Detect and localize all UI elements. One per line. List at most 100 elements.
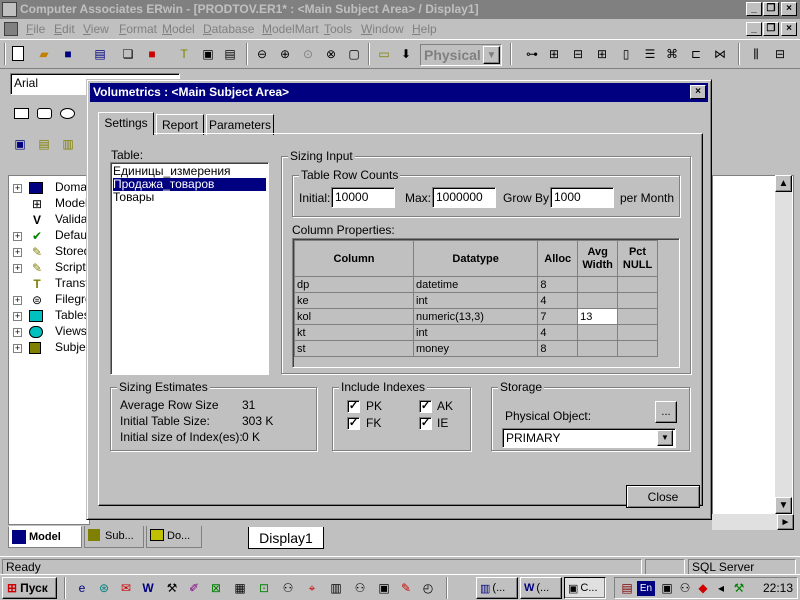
col-header-column[interactable]: Column	[294, 240, 414, 277]
cell-pct-null[interactable]	[617, 324, 658, 341]
cell-avg-width[interactable]	[577, 324, 619, 341]
tree-item-filegroups[interactable]: + ⊜ Filegrou	[11, 292, 89, 308]
table-row[interactable]: kt int 4	[294, 324, 658, 341]
zoom-out-icon[interactable]: ⊖	[254, 46, 270, 62]
menu-view[interactable]: View	[83, 22, 109, 36]
clock-icon[interactable]: ◴	[420, 580, 436, 596]
tab-subject-areas[interactable]: Sub...	[84, 526, 144, 548]
col-header-pct-null[interactable]: Pct NULL	[617, 240, 658, 277]
horizontal-scrollbar[interactable]: ►	[712, 514, 794, 530]
tray-app-icon[interactable]: ▤	[619, 580, 635, 596]
grow-by-field[interactable]: 1000	[550, 187, 614, 208]
initial-row-count-field[interactable]: 10000	[331, 187, 395, 208]
people-icon[interactable]: ⚇	[280, 580, 296, 596]
tray-volume-icon[interactable]: ◂	[713, 580, 729, 596]
tray-network-icon[interactable]: ⚇	[677, 580, 693, 596]
minimize-button[interactable]: _	[746, 2, 762, 16]
excel-icon[interactable]: ⊠	[208, 580, 224, 596]
taskbar-window-1[interactable]: ▥ (...	[476, 577, 518, 599]
tree-item-tables[interactable]: + Tables	[11, 308, 89, 324]
bars-icon[interactable]: ▥	[328, 580, 344, 596]
category-tool-icon[interactable]: ▤	[36, 136, 52, 152]
fk-checkbox[interactable]: ✓	[347, 417, 360, 430]
col-header-avg-width[interactable]: Avg Width	[577, 240, 619, 277]
ellipse-icon[interactable]	[60, 108, 75, 119]
tree-item-validation[interactable]: V Validati	[11, 212, 89, 228]
restore-button[interactable]: ❐	[763, 2, 779, 16]
tree-item-views[interactable]: + Views	[11, 324, 89, 340]
view-tool-icon[interactable]: ▥	[60, 136, 76, 152]
doc-minimize-button[interactable]: _	[746, 22, 762, 36]
cell-avg-width[interactable]	[577, 276, 619, 293]
tree-item-default[interactable]: + ✔ Default	[11, 228, 89, 244]
menu-model[interactable]: Model	[162, 22, 195, 36]
ie-checkbox[interactable]: ✓	[419, 417, 432, 430]
open-folder-icon[interactable]: ▰	[36, 46, 52, 62]
layout-icon[interactable]: ▯	[618, 46, 634, 62]
table-row[interactable]: ke int 4	[294, 292, 658, 309]
tool-icon[interactable]: ⚒	[164, 580, 180, 596]
network-neighborhood-icon[interactable]: ⚇	[352, 580, 368, 596]
word-icon[interactable]: W	[140, 580, 156, 596]
split-icon[interactable]: ⊏	[688, 46, 704, 62]
new-file-icon[interactable]	[12, 46, 24, 61]
list-icon[interactable]: ☰	[642, 46, 658, 62]
dialog-close-button[interactable]: ×	[690, 85, 706, 99]
color-icon[interactable]: ■	[144, 46, 160, 62]
attribute-display-icon[interactable]: ▤	[222, 46, 238, 62]
table-list[interactable]: Единицы_измерения Продажа_товаров Товары	[110, 162, 269, 375]
zoom-in-icon[interactable]: ⊕	[277, 46, 293, 62]
tree-item-stored[interactable]: + ✎ Stored	[11, 244, 89, 260]
view-mode-select[interactable]: Physical ▼	[420, 44, 502, 66]
scroll-down-icon[interactable]: ▼	[775, 497, 792, 514]
ak-checkbox[interactable]: ✓	[419, 400, 432, 413]
scroll-up-icon[interactable]: ▲	[775, 175, 792, 192]
arrange-icon[interactable]: ⌘	[664, 46, 680, 62]
table-list-item[interactable]: Товары	[113, 191, 266, 204]
save-icon[interactable]: ■	[60, 46, 76, 62]
table-row[interactable]: dp datetime 8	[294, 276, 658, 293]
tree-item-subject-areas[interactable]: + Subjec	[11, 340, 89, 356]
tray-monitor-icon[interactable]: ▣	[659, 580, 675, 596]
zoom-window-icon[interactable]: ▢	[346, 46, 362, 62]
tab-model[interactable]: Model	[8, 526, 82, 548]
col-header-datatype[interactable]: Datatype	[412, 240, 539, 277]
menu-help[interactable]: Help	[412, 22, 437, 36]
access-icon[interactable]: ⊡	[256, 580, 272, 596]
rectangle-icon[interactable]	[14, 108, 29, 119]
rounded-rect-icon[interactable]	[37, 108, 52, 119]
tab-settings[interactable]: Settings	[98, 112, 154, 135]
table-row[interactable]: kol numeric(13,3) 7 13	[294, 308, 658, 325]
zoom-area-icon[interactable]: ⊗	[323, 46, 339, 62]
menu-edit[interactable]: Edit	[54, 22, 75, 36]
taskbar-window-erwin[interactable]: ▣ C...	[564, 577, 606, 599]
target-icon[interactable]: ⌖	[304, 580, 320, 596]
cell-pct-null[interactable]	[617, 340, 658, 357]
close-app-button[interactable]: ×	[781, 2, 797, 16]
language-indicator[interactable]: En	[637, 581, 655, 596]
tree-item-model-sources[interactable]: ⊞ Model S	[11, 196, 89, 212]
menu-file[interactable]: File	[26, 22, 45, 36]
tree-item-transform[interactable]: T Transfo	[11, 276, 89, 292]
start-button[interactable]: ⊞ Пуск	[2, 577, 57, 599]
cell-pct-null[interactable]	[617, 308, 658, 325]
mail-icon[interactable]: ✉	[118, 580, 134, 596]
col-header-alloc[interactable]: Alloc	[537, 240, 579, 277]
pk-checkbox[interactable]: ✓	[347, 400, 360, 413]
pen-icon[interactable]: ✐	[186, 580, 202, 596]
chevron-down-icon[interactable]: ▼	[657, 430, 673, 446]
grid-icon[interactable]: ⊞	[594, 46, 610, 62]
scroll-right-icon[interactable]: ►	[777, 514, 794, 530]
tab-report[interactable]: Report	[156, 114, 204, 135]
table-row[interactable]: st money 8	[294, 340, 658, 357]
vertical-scrollbar[interactable]: ▲ ▼	[775, 175, 792, 515]
outlook-icon[interactable]: ⊛	[96, 580, 112, 596]
expand-icon[interactable]: +	[13, 264, 22, 273]
doc-close-button[interactable]: ×	[781, 22, 797, 36]
browse-button[interactable]: ...	[655, 401, 677, 423]
tree-item-domains[interactable]: + Domains	[11, 180, 89, 196]
tray-alert-icon[interactable]: ◆	[695, 580, 711, 596]
cell-avg-width-editing[interactable]: 13	[577, 308, 619, 325]
copy-icon[interactable]: ❏	[120, 46, 136, 62]
chart-icon[interactable]: ▦	[232, 580, 248, 596]
